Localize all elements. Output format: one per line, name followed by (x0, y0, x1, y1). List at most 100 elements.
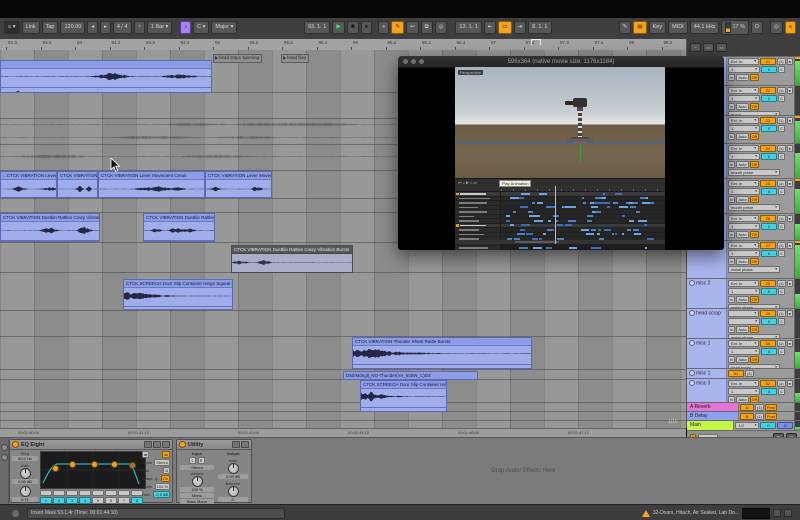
arm-button[interactable]: ● (787, 58, 793, 65)
arm-button[interactable]: ● (787, 340, 793, 347)
input-channel-select[interactable]: 1 (728, 95, 760, 102)
keyframe[interactable] (636, 211, 640, 213)
output-chip[interactable]: (1) (745, 370, 754, 377)
monitor-off-button[interactable]: Off (750, 356, 759, 363)
keyframe[interactable] (613, 202, 619, 204)
eq-node-3[interactable] (91, 461, 98, 468)
band-type-select[interactable] (118, 490, 130, 496)
eq-oversample-toggle[interactable]: 4x (162, 451, 170, 458)
nudge-up-button[interactable]: ▸ (100, 21, 111, 34)
audio-clip[interactable]: CTCK VIBRATION Dustbin Rattles Crazy Vib… (0, 213, 100, 242)
q-knob[interactable] (20, 486, 31, 497)
band-enable-toggle[interactable]: 1 (40, 497, 52, 504)
main-track-name[interactable]: Main (687, 421, 734, 430)
pan-field[interactable]: C (778, 95, 785, 102)
output-routing-select[interactable]: head scrap (728, 364, 780, 368)
band-type-select[interactable] (40, 490, 52, 496)
main-volume-field[interactable]: 0 (760, 422, 776, 429)
band-enable-toggle[interactable]: 6 (105, 497, 117, 504)
phase-right-toggle[interactable]: R (198, 457, 205, 464)
volume-field[interactable]: 0 (761, 153, 777, 160)
pan-field[interactable]: C (778, 348, 785, 355)
track-fold-icon[interactable] (689, 370, 695, 376)
track-fold-icon[interactable] (689, 380, 695, 386)
main-pan-field[interactable]: C (777, 422, 793, 429)
monitor-auto-button[interactable]: Auto (736, 161, 748, 168)
band-enable-toggle[interactable]: 7 (118, 497, 130, 504)
loop-start-field[interactable]: 13. 1. 1 (455, 21, 481, 34)
audio-clip[interactable] (0, 60, 212, 93)
keyframe[interactable] (551, 206, 553, 208)
loop-length-field[interactable]: 8. 1. 1 (528, 21, 551, 34)
arm-button[interactable]: ● (787, 215, 793, 222)
device-drop-zone[interactable]: Drop Audio Effects Here (252, 439, 795, 503)
monitor-in-button[interactable]: In (728, 161, 735, 168)
scrollbar-thumb[interactable] (515, 241, 559, 243)
track-name[interactable]: misc 1 (687, 339, 727, 368)
eq-band-1[interactable]: 1 (40, 490, 52, 504)
arm-button[interactable]: ● (787, 380, 793, 387)
eq-node-4[interactable] (111, 461, 118, 468)
output-chip[interactable]: (1) (777, 380, 786, 387)
band-enable-toggle[interactable]: 3 (66, 497, 78, 504)
keyframe[interactable] (607, 206, 609, 208)
volume-field[interactable]: 0 (761, 388, 777, 395)
q-value[interactable]: 0.71 (12, 497, 38, 502)
arm-button[interactable]: ● (787, 310, 793, 317)
keyframe[interactable] (594, 202, 601, 204)
midi-map-button[interactable]: MIDI (668, 21, 688, 34)
loop-switch[interactable]: ▭ (498, 21, 511, 34)
keyframe[interactable] (622, 215, 625, 217)
balance-value[interactable]: C (218, 497, 248, 502)
main-output-select[interactable]: 1/2 (735, 422, 759, 429)
monitor-off-button[interactable]: Off (750, 74, 759, 81)
keyframe[interactable] (510, 224, 515, 226)
arm-button[interactable]: ● (787, 280, 793, 287)
eq-band-7[interactable]: 7 (118, 490, 130, 504)
return-track-header[interactable]: B DelayB(1)Post (687, 412, 800, 421)
record-button[interactable]: ● (361, 21, 373, 34)
play-button[interactable]: ▶ (332, 21, 345, 34)
keyframe[interactable] (563, 206, 565, 208)
band-type-select[interactable] (66, 490, 78, 496)
monitor-off-button[interactable]: Off (750, 396, 759, 402)
monitor-off-button[interactable]: Off (750, 161, 759, 168)
keyframe[interactable] (627, 229, 631, 231)
optimize-width-icon[interactable]: − (690, 43, 701, 52)
post-toggle[interactable]: Post (765, 413, 777, 420)
nudge-down-button[interactable]: ◂ (87, 21, 98, 34)
eq-band-4[interactable]: 4 (79, 490, 91, 504)
keyframe[interactable] (543, 233, 546, 235)
output-chip[interactable]: (1) (777, 180, 786, 187)
keyframe[interactable] (528, 211, 533, 213)
arm-button[interactable]: ● (787, 87, 793, 94)
keyframe[interactable] (633, 229, 639, 231)
monitor-in-button[interactable]: In (728, 231, 735, 238)
monitor-in-button[interactable]: In (728, 103, 735, 110)
device-activator-icon[interactable] (179, 441, 186, 448)
keyframe[interactable] (517, 233, 525, 235)
width-knob[interactable] (192, 476, 203, 487)
track-fold-icon[interactable] (689, 280, 695, 286)
output-routing-select[interactable]: mouth prime (728, 169, 780, 176)
monitor-off-button[interactable]: Off (750, 196, 759, 203)
input-routing-select[interactable]: Ext. In (728, 145, 759, 152)
eq-band-3[interactable]: 3 (66, 490, 78, 504)
freq-value[interactable]: 50.0 Hz (12, 456, 38, 461)
scale-root-menu[interactable]: C ▾ (193, 21, 209, 34)
eq-mode-select[interactable]: Stereo (154, 459, 170, 466)
monitor-off-button[interactable]: Off (750, 296, 759, 303)
device-header-icons[interactable] (232, 441, 249, 448)
input-routing-select[interactable]: Ext. In (728, 242, 759, 249)
keyframe[interactable] (506, 215, 509, 217)
keyframe[interactable] (591, 247, 599, 249)
monitor-in-button[interactable]: In (728, 74, 735, 81)
monitor-in-button[interactable]: In (728, 396, 735, 402)
track-name[interactable]: misc 1 (687, 369, 727, 378)
input-channel-select[interactable]: 1 (728, 250, 760, 257)
keyframe[interactable] (569, 206, 576, 208)
arm-button[interactable]: ● (787, 117, 793, 124)
keyframe[interactable] (569, 247, 577, 249)
re-enable-automation-button[interactable]: ↩ (406, 21, 419, 34)
mono-toggle[interactable]: Mono (180, 493, 214, 498)
